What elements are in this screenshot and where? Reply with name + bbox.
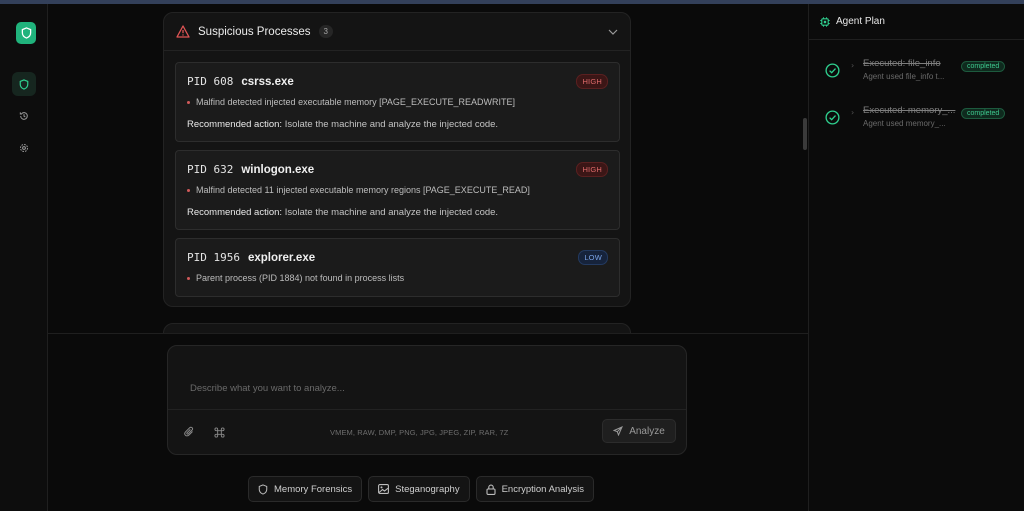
check-circle-icon: [825, 63, 840, 78]
analyze-button[interactable]: Analyze: [602, 419, 676, 443]
status-badge: completed: [961, 108, 1006, 119]
sidebar-item-history[interactable]: [12, 104, 36, 128]
bullet-dot: [187, 188, 190, 192]
shield-icon: [21, 27, 31, 39]
plan-step[interactable]: › Executed: file_info Agent used file_in…: [809, 52, 1024, 92]
send-icon: [613, 426, 624, 436]
attach-button[interactable]: [180, 423, 198, 441]
results-scroll-area[interactable]: Suspicious Processes 3 PID 608 csrss.exe…: [48, 4, 808, 333]
chevron-down-icon[interactable]: [608, 29, 618, 35]
plan-step[interactable]: › Executed: memory_... Agent used memory…: [809, 99, 1024, 139]
agent-plan-header: Agent Plan: [809, 4, 1024, 40]
composer-separator: [168, 409, 686, 410]
recommended-action: Recommended action: Isolate the machine …: [187, 207, 498, 218]
recommended-action-label: Recommended action:: [187, 119, 283, 130]
history-icon: [19, 112, 28, 120]
severity-badge: HIGH: [576, 74, 608, 89]
paperclip-icon: [183, 426, 193, 437]
warning-icon: [176, 25, 190, 38]
step-subtitle: Agent used memory_...: [863, 119, 946, 128]
step-title: Executed: file_info: [863, 58, 941, 69]
composer-divider: [48, 333, 808, 334]
process-item: PID 1956 explorer.exe LOW Parent process…: [175, 238, 620, 297]
main-panel: Suspicious Processes 3 PID 608 csrss.exe…: [48, 4, 808, 511]
chip-label: Memory Forensics: [274, 483, 353, 495]
shield-icon: [19, 78, 29, 90]
analyze-label: Analyze: [629, 425, 665, 437]
command-button[interactable]: [210, 423, 228, 441]
count-badge: 3: [318, 25, 333, 38]
card-title: Suspicious Processes: [198, 25, 311, 38]
image-icon: [378, 484, 390, 494]
process-item: PID 632 winlogon.exe HIGH Malfind detect…: [175, 150, 620, 230]
process-name: explorer.exe: [247, 252, 316, 264]
process-name: winlogon.exe: [241, 164, 315, 176]
recommended-action-text: Isolate the machine and analyze the inje…: [284, 207, 499, 218]
cpu-icon: [820, 16, 830, 27]
process-pid: PID 1956: [187, 251, 240, 264]
bullet-dot: [187, 276, 190, 280]
card-header[interactable]: Suspicious Processes 3: [164, 13, 630, 51]
recommended-action-text: Isolate the machine and analyze the inje…: [284, 119, 499, 130]
process-pid: PID 608: [187, 75, 234, 88]
status-badge: completed: [961, 61, 1006, 72]
finding-text: Parent process (PID 1884) not found in p…: [196, 273, 405, 283]
finding-detail: Malfind detected injected executable mem…: [187, 97, 515, 107]
gear-icon: [20, 144, 28, 152]
sidebar-item-forensics[interactable]: [12, 72, 36, 96]
sidebar-item-settings[interactable]: [12, 136, 36, 160]
severity-badge: HIGH: [576, 162, 608, 177]
quick-action-encryption-analysis[interactable]: Encryption Analysis: [475, 476, 594, 502]
finding-detail: Malfind detected 11 injected executable …: [187, 185, 530, 195]
chip-label: Encryption Analysis: [501, 483, 584, 495]
finding-detail: Parent process (PID 1884) not found in p…: [187, 273, 404, 283]
step-title: Executed: memory_...: [863, 105, 956, 116]
analysis-prompt-input[interactable]: [168, 346, 686, 409]
app-logo[interactable]: [16, 22, 36, 44]
recommended-action: Recommended action: Isolate the machine …: [187, 119, 498, 130]
step-subtitle: Agent used file_info t...: [863, 72, 945, 81]
scrollbar-thumb[interactable]: [803, 118, 807, 150]
quick-action-memory-forensics[interactable]: Memory Forensics: [248, 476, 363, 502]
finding-text: Malfind detected 11 injected executable …: [196, 185, 530, 195]
quick-action-steganography[interactable]: Steganography: [368, 476, 470, 502]
composer: VMEM, RAW, DMP, PNG, JPG, JPEG, ZIP, RAR…: [167, 345, 687, 455]
bullet-dot: [187, 100, 190, 104]
severity-badge: LOW: [578, 250, 608, 265]
process-item: PID 608 csrss.exe HIGH Malfind detected …: [175, 62, 620, 142]
agent-plan-title: Agent Plan: [836, 16, 885, 27]
quick-actions: Memory Forensics Steganography Encryptio…: [248, 476, 594, 502]
suspicious-processes-card: Suspicious Processes 3 PID 608 csrss.exe…: [163, 12, 631, 307]
process-pid: PID 632: [187, 163, 234, 176]
lock-icon: [486, 484, 496, 495]
recommended-action-label: Recommended action:: [187, 207, 283, 218]
command-icon: [213, 426, 225, 438]
agent-plan-panel: Agent Plan › Executed: file_info Agent u…: [808, 4, 1024, 511]
sidebar-rail: [0, 4, 48, 511]
shield-icon: [258, 483, 268, 495]
chevron-right-icon[interactable]: ›: [851, 108, 854, 117]
finding-text: Malfind detected injected executable mem…: [196, 97, 515, 107]
check-circle-icon: [825, 110, 840, 125]
process-name: csrss.exe: [241, 76, 294, 88]
chevron-right-icon[interactable]: ›: [851, 61, 854, 70]
supported-formats: VMEM, RAW, DMP, PNG, JPG, JPEG, ZIP, RAR…: [330, 428, 509, 437]
chip-label: Steganography: [395, 483, 460, 495]
next-result-card: [163, 323, 631, 333]
